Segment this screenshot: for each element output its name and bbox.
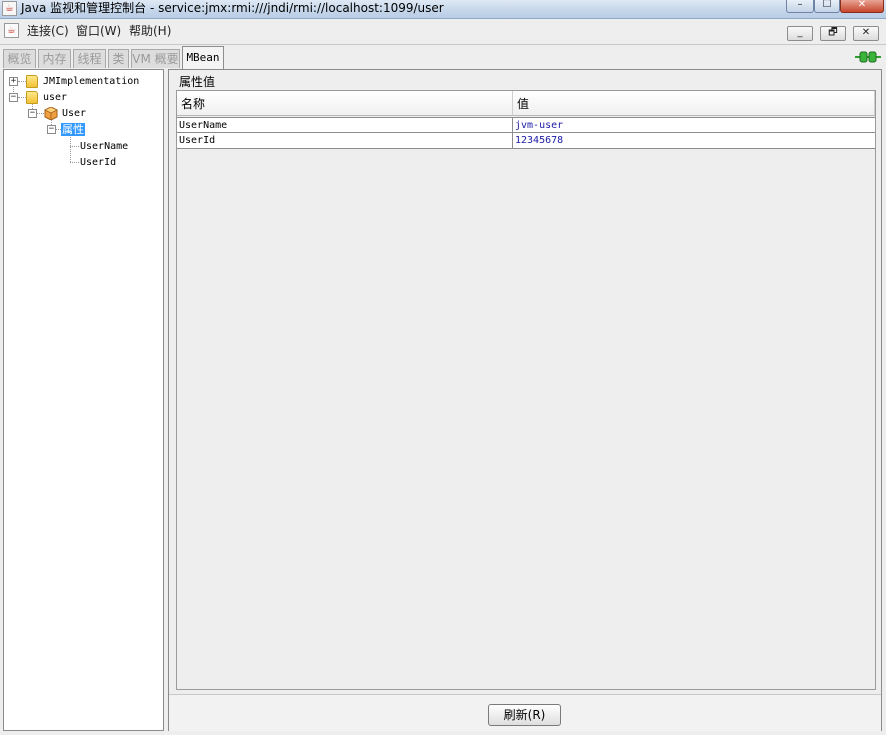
mbean-bean-icon [44,107,58,120]
attribute-name-cell: UserName [177,118,513,133]
tree-guide [70,146,79,147]
window-maximize-button[interactable]: ☐ [814,0,840,13]
column-header-name[interactable]: 名称 [177,91,513,116]
tree-node-attr-username[interactable]: UserName [4,139,162,153]
window-minimize-button[interactable]: – [786,0,814,13]
collapse-icon[interactable]: − [47,125,56,134]
tree-guide [37,113,44,114]
tab-vm-summary[interactable]: VM 概要 [131,49,180,68]
tree-node-attr-userid[interactable]: UserId [4,155,162,169]
tree-guide [18,81,26,82]
action-bar: 刷新(R) [169,694,881,731]
menu-window[interactable]: 窗口(W) [76,24,121,39]
collapse-icon[interactable]: − [9,93,18,102]
menu-bar: ☕ 连接(C) 窗口(W) 帮助(H) [0,19,886,45]
window-titlebar[interactable]: ☕ Java 监视和管理控制台 - service:jmx:rmi:///jnd… [0,0,886,19]
collapse-icon[interactable]: − [28,109,37,118]
tree-node-user-domain[interactable]: − user [4,91,162,105]
tree-node-label: JMImplementation [43,76,140,87]
tree-node-label-selected: 属性 [61,123,85,136]
attribute-name-cell: UserId [177,133,513,148]
tree-node-label: User [62,108,87,119]
folder-icon [26,91,38,104]
table-row[interactable]: UserName jvm-user [177,117,875,133]
tab-classes[interactable]: 类 [108,49,129,68]
window-close-button[interactable]: ✕ [840,0,884,13]
menu-help[interactable]: 帮助(H) [129,24,171,39]
tab-overview[interactable]: 概览 [3,49,36,68]
menu-connection[interactable]: 连接(C) [27,24,69,39]
tree-node-label: UserName [80,141,129,152]
column-header-value[interactable]: 值 [513,91,875,116]
connected-plug-icon [855,51,881,63]
tree-node-attributes[interactable]: − 属性 [4,123,162,137]
tab-memory[interactable]: 内存 [38,49,71,68]
inner-close-button[interactable]: ✕ [853,26,879,41]
window-title: Java 监视和管理控制台 - service:jmx:rmi:///jndi/… [21,1,444,15]
attribute-table[interactable]: 名称 值 UserName jvm-user UserId 12345678 [176,90,876,690]
attribute-value-cell[interactable]: jvm-user [513,118,875,133]
attribute-value-cell[interactable]: 12345678 [513,133,875,148]
tree-node-label: UserId [80,157,117,168]
folder-icon [26,75,38,88]
section-title: 属性值 [179,75,216,89]
tab-bar: 概览 内存 线程 类 VM 概要 MBean [0,45,886,69]
inner-restore-button[interactable]: 🗗 [820,26,846,41]
java-cup-icon[interactable]: ☕ [4,23,19,38]
table-row[interactable]: UserId 12345678 [177,133,875,149]
tab-mbean[interactable]: MBean [182,46,224,69]
tree-guide [70,162,79,163]
expand-icon[interactable]: + [9,77,18,86]
tree-node-jmimplementation[interactable]: + JMImplementation [4,75,162,89]
java-cup-icon: ☕ [2,1,17,16]
tree-node-user-mbean[interactable]: − User [4,107,162,121]
tree-node-label: user [43,92,68,103]
inner-minimize-button[interactable]: _ [787,26,813,41]
tree-guide [18,97,26,98]
tab-threads[interactable]: 线程 [73,49,106,68]
mbean-tree[interactable]: + JMImplementation − user − User − 属性 Us… [3,69,164,731]
attribute-values-panel: 属性值 名称 值 UserName jvm-user UserId 123456… [168,69,882,731]
refresh-button[interactable]: 刷新(R) [488,704,561,726]
